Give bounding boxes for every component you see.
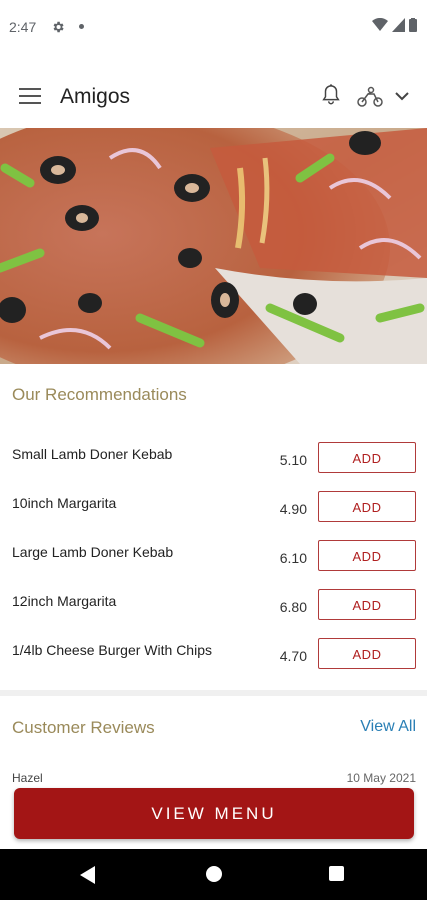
item-price: 4.70 xyxy=(279,648,307,664)
status-bar: 2:47 xyxy=(0,0,427,55)
notification-bell-icon[interactable] xyxy=(320,83,342,107)
back-icon[interactable] xyxy=(80,866,96,884)
reviewer-name: Hazel xyxy=(12,771,43,785)
recommendation-row: Large Lamb Doner Kebab 6.10 ADD xyxy=(0,540,427,576)
item-name: 10inch Margarita xyxy=(12,495,117,511)
hero-pizza-image xyxy=(0,128,427,364)
reviews-title: Customer Reviews xyxy=(12,718,155,737)
status-time: 2:47 xyxy=(9,19,37,35)
status-icons xyxy=(372,18,417,32)
add-button[interactable]: ADD xyxy=(318,589,416,620)
item-price: 6.10 xyxy=(279,550,307,566)
signal-icon xyxy=(392,18,405,32)
delivery-scooter-icon[interactable] xyxy=(356,86,384,108)
item-name: 1/4lb Cheese Burger With Chips xyxy=(12,642,212,658)
home-icon[interactable] xyxy=(206,866,222,882)
chevron-down-icon[interactable] xyxy=(395,91,409,101)
item-price: 5.10 xyxy=(279,452,307,468)
recommendation-row: 12inch Margarita 6.80 ADD xyxy=(0,589,427,625)
recommendations-title: Our Recommendations xyxy=(12,385,187,404)
settings-gear-icon xyxy=(53,21,64,33)
wifi-icon xyxy=(372,18,388,31)
section-divider xyxy=(0,690,427,696)
add-button[interactable]: ADD xyxy=(318,540,416,571)
hamburger-menu-icon[interactable] xyxy=(19,88,41,104)
view-menu-button[interactable]: VIEW MENU xyxy=(14,788,414,839)
item-price: 4.90 xyxy=(279,501,307,517)
recommendation-row: Small Lamb Doner Kebab 5.10 ADD xyxy=(0,442,427,478)
recommendation-row: 1/4lb Cheese Burger With Chips 4.70 ADD xyxy=(0,638,427,674)
app-title: Amigos xyxy=(60,85,131,108)
item-name: Small Lamb Doner Kebab xyxy=(12,446,173,462)
review-date: 10 May 2021 xyxy=(346,771,416,785)
item-price: 6.80 xyxy=(279,599,307,615)
recents-icon[interactable] xyxy=(329,866,344,881)
battery-icon xyxy=(409,18,417,32)
item-name: 12inch Margarita xyxy=(12,593,117,609)
add-button[interactable]: ADD xyxy=(318,491,416,522)
add-button[interactable]: ADD xyxy=(318,638,416,669)
add-button[interactable]: ADD xyxy=(318,442,416,473)
notification-dot-icon xyxy=(79,24,84,29)
item-name: Large Lamb Doner Kebab xyxy=(12,544,174,560)
recommendation-row: 10inch Margarita 4.90 ADD xyxy=(0,491,427,527)
view-all-link[interactable]: View All xyxy=(360,718,416,736)
